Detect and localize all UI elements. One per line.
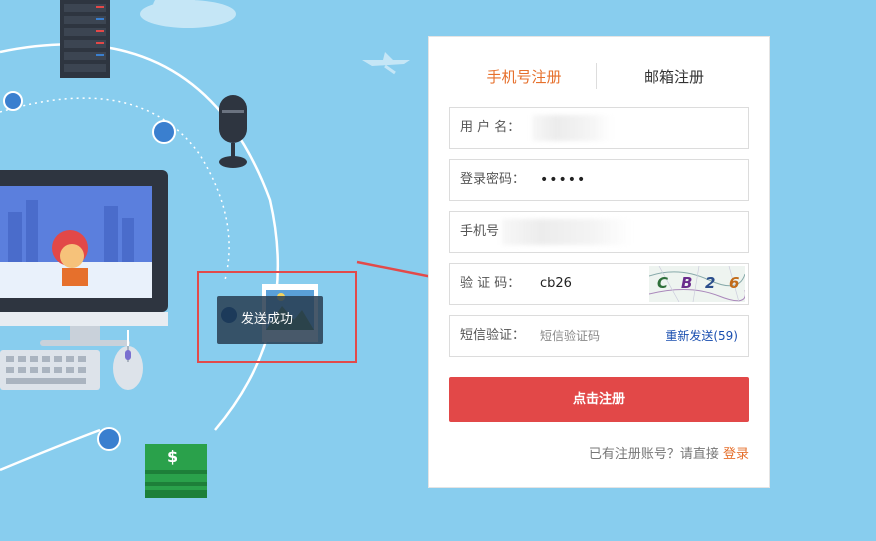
tab-divider	[596, 63, 597, 89]
register-submit-button[interactable]: 点击注册	[449, 377, 749, 422]
captcha-label: 验 证 码：	[460, 276, 521, 291]
dollar-sign-icon: $	[167, 447, 179, 466]
login-prompt: 已有注册账号？请直接 登录	[589, 443, 749, 462]
resend-sms-link[interactable]: 重新发送(59)	[665, 316, 738, 356]
login-link[interactable]: 登录	[723, 447, 749, 462]
have-account-text: 已有注册账号？请直接	[588, 447, 719, 462]
tab-email-register[interactable]: 邮箱注册	[599, 57, 749, 97]
captcha-char-2: B	[681, 274, 693, 292]
captcha-char-4: 6	[729, 274, 740, 292]
sms-code-field[interactable]: 短信验证： 短信验证码 重新发送(59)	[449, 315, 749, 357]
register-tabs: 手机号注册 邮箱注册	[429, 57, 769, 97]
password-label: 登录密码：	[460, 172, 526, 187]
phone-redaction	[502, 219, 632, 245]
captcha-field[interactable]: 验 证 码： cb26 C B 2 6	[449, 263, 749, 305]
password-field[interactable]: 登录密码： •••••	[449, 159, 749, 201]
username-field[interactable]: 用 户 名：	[449, 107, 749, 149]
phone-label: 手机号	[460, 224, 500, 239]
username-redaction	[532, 115, 612, 141]
register-panel: 手机号注册 邮箱注册 用 户 名： 登录密码： ••••• 手机号 验 证 码：…	[428, 36, 770, 488]
annotation-highlight-box	[197, 271, 357, 363]
username-label: 用 户 名：	[460, 120, 521, 135]
captcha-char-3: 2	[705, 274, 716, 292]
captcha-image[interactable]: C B 2 6	[649, 266, 745, 302]
tab-phone-register[interactable]: 手机号注册	[449, 57, 599, 97]
sms-placeholder: 短信验证码	[540, 329, 601, 343]
captcha-value: cb26	[540, 276, 572, 291]
phone-field[interactable]: 手机号	[449, 211, 749, 253]
sms-label: 短信验证：	[460, 328, 526, 343]
password-value: •••••	[540, 172, 587, 188]
captcha-char-1: C	[657, 274, 669, 292]
